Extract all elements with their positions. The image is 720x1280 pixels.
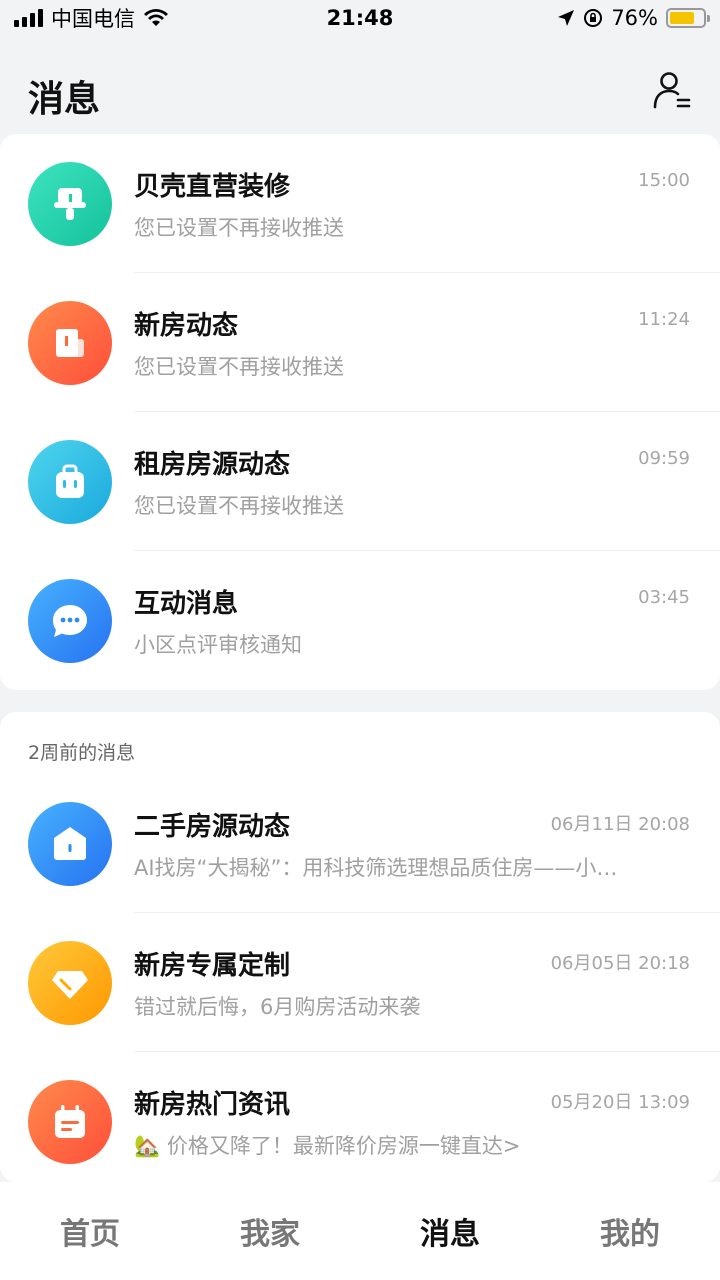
location-arrow-icon bbox=[558, 10, 575, 26]
tab-messages[interactable]: 消息 bbox=[360, 1209, 540, 1253]
message-preview: 🏡 价格又降了！最新降价房源一键直达> bbox=[134, 1134, 521, 1158]
message-preview: AI找房“大揭秘”：用科技筛选理想品质住房——小… bbox=[134, 856, 618, 880]
message-item-decoration[interactable]: 贝壳直营装修 15:00 您已设置不再接收推送 bbox=[0, 134, 720, 273]
message-item-new-house-news[interactable]: 新房动态 11:24 您已设置不再接收推送 bbox=[0, 273, 720, 412]
building-icon bbox=[28, 301, 112, 385]
message-title: 新房热门资讯 bbox=[134, 1090, 291, 1120]
message-item-hot-news[interactable]: 新房热门资讯 05月20日 13:09 🏡 价格又降了！最新降价房源一键直达> bbox=[0, 1052, 720, 1191]
tab-bar: 首页 我家 消息 我的 bbox=[0, 1182, 720, 1280]
page-title: 消息 bbox=[28, 79, 101, 120]
rotation-lock-icon bbox=[584, 9, 603, 27]
message-title: 贝壳直营装修 bbox=[134, 172, 291, 202]
message-time: 05月20日 13:09 bbox=[550, 1092, 690, 1113]
house-icon bbox=[28, 802, 112, 886]
signal-icon bbox=[14, 9, 43, 27]
wifi-icon bbox=[144, 9, 168, 26]
bag-icon bbox=[28, 440, 112, 524]
message-item-rental[interactable]: 租房房源动态 09:59 您已设置不再接收推送 bbox=[0, 412, 720, 551]
message-preview: 您已设置不再接收推送 bbox=[134, 494, 344, 518]
message-time: 03:45 bbox=[638, 587, 690, 608]
message-preview: 您已设置不再接收推送 bbox=[134, 355, 344, 379]
message-time: 11:24 bbox=[638, 309, 690, 330]
message-preview: 小区点评审核通知 bbox=[134, 633, 302, 657]
message-preview: 您已设置不再接收推送 bbox=[134, 216, 344, 240]
calendar-icon bbox=[28, 1080, 112, 1164]
message-item-custom-new-house[interactable]: 新房专属定制 06月05日 20:18 错过就后悔，6月购房活动来袭 bbox=[0, 913, 720, 1052]
battery-icon bbox=[666, 8, 710, 28]
message-title: 新房动态 bbox=[134, 311, 239, 341]
contacts-icon[interactable] bbox=[652, 70, 692, 110]
older-messages-card: 2周前的消息 二手房源动态 06月11日 20:08 AI找房“大揭秘”：用科技… bbox=[0, 712, 720, 1182]
message-title: 互动消息 bbox=[134, 589, 239, 619]
message-title: 租房房源动态 bbox=[134, 450, 291, 480]
recent-messages-card: 贝壳直营装修 15:00 您已设置不再接收推送 新房动态 11:24 您已设置不… bbox=[0, 134, 720, 690]
message-time: 15:00 bbox=[638, 170, 690, 191]
message-title: 新房专属定制 bbox=[134, 951, 291, 981]
tab-my-home[interactable]: 我家 bbox=[180, 1209, 360, 1253]
paint-roller-icon bbox=[28, 162, 112, 246]
message-item-interaction[interactable]: 互动消息 03:45 小区点评审核通知 bbox=[0, 551, 720, 690]
message-time: 06月05日 20:18 bbox=[550, 953, 690, 974]
diamond-icon bbox=[28, 941, 112, 1025]
message-time: 09:59 bbox=[638, 448, 690, 469]
tab-profile[interactable]: 我的 bbox=[540, 1209, 720, 1253]
status-bar: 中国电信 21:48 76% bbox=[0, 0, 720, 36]
section-title: 2周前的消息 bbox=[28, 742, 136, 764]
message-time: 06月11日 20:08 bbox=[550, 814, 690, 835]
message-item-second-hand[interactable]: 二手房源动态 06月11日 20:08 AI找房“大揭秘”：用科技筛选理想品质住… bbox=[0, 774, 720, 913]
message-preview: 错过就后悔，6月购房活动来袭 bbox=[134, 995, 421, 1019]
chat-bubble-icon bbox=[28, 579, 112, 663]
header: 消息 bbox=[0, 36, 720, 136]
battery-percent: 76% bbox=[611, 6, 658, 30]
message-title: 二手房源动态 bbox=[134, 812, 291, 842]
tab-home[interactable]: 首页 bbox=[0, 1209, 180, 1253]
carrier-label: 中国电信 bbox=[51, 7, 135, 31]
